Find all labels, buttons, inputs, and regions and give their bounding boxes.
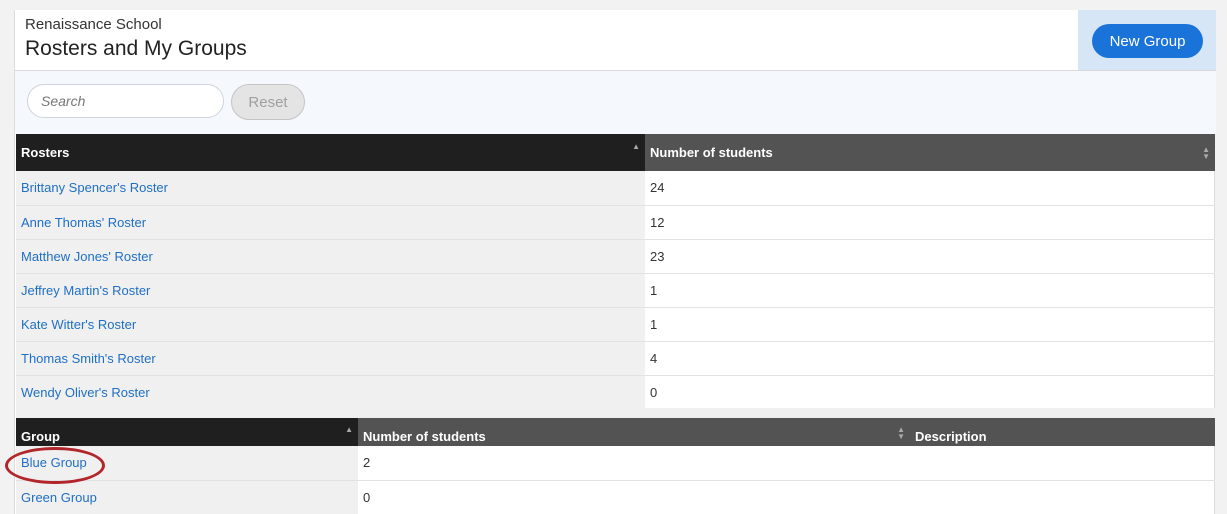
reset-button[interactable]: Reset [231, 84, 305, 120]
groups-table: Group ▲ Number of students ▲ ▼ Descriptio… [16, 418, 1215, 514]
rosters-header-row: Rosters ▲ Number of students ▲ ▼ [16, 134, 1215, 171]
column-header-rosters[interactable]: Rosters ▲ [16, 134, 645, 171]
table-row: Blue Group 2 [16, 446, 1215, 481]
column-header-group[interactable]: Group ▲ [16, 418, 358, 446]
sort-both-icon: ▲ ▼ [1202, 145, 1210, 161]
count-cell: 4 [645, 341, 1215, 376]
count-cell: 0 [358, 480, 910, 514]
search-toolbar: Reset [15, 71, 1216, 134]
table-row: Jeffrey Martin's Roster 1 [16, 273, 1215, 308]
table-row: Anne Thomas' Roster 12 [16, 205, 1215, 240]
roster-link[interactable]: Anne Thomas' Roster [21, 215, 146, 230]
sort-asc-icon: ▲ [632, 142, 640, 151]
name-cell: Matthew Jones' Roster [16, 239, 645, 274]
name-cell: Wendy Oliver's Roster [16, 375, 645, 410]
table-row: Matthew Jones' Roster 23 [16, 239, 1215, 274]
new-group-button[interactable]: New Group [1092, 24, 1203, 58]
description-cell [910, 480, 1215, 514]
page-header: Renaissance School Rosters and My Groups… [15, 10, 1216, 71]
table-separator [16, 408, 1215, 418]
roster-link[interactable]: Jeffrey Martin's Roster [21, 283, 150, 298]
description-cell [910, 446, 1215, 481]
count-cell: 23 [645, 239, 1215, 274]
group-link[interactable]: Green Group [21, 490, 97, 505]
name-cell: Green Group [16, 480, 358, 514]
column-header-number-of-students[interactable]: Number of students ▲ ▼ [358, 418, 910, 446]
roster-link[interactable]: Wendy Oliver's Roster [21, 385, 150, 400]
table-row: Thomas Smith's Roster 4 [16, 341, 1215, 376]
roster-link[interactable]: Kate Witter's Roster [21, 317, 136, 332]
roster-link[interactable]: Thomas Smith's Roster [21, 351, 156, 366]
name-cell: Brittany Spencer's Roster [16, 171, 645, 206]
search-input[interactable] [27, 84, 224, 118]
school-name: Renaissance School [25, 16, 162, 33]
name-cell: Thomas Smith's Roster [16, 341, 645, 376]
name-cell: Jeffrey Martin's Roster [16, 273, 645, 308]
roster-link[interactable]: Brittany Spencer's Roster [21, 180, 168, 195]
column-header-label: Number of students [650, 145, 773, 160]
name-cell: Kate Witter's Roster [16, 307, 645, 342]
rosters-table: Rosters ▲ Number of students ▲ ▼ Brittany… [16, 134, 1215, 410]
page-title: Rosters and My Groups [25, 37, 247, 60]
column-header-label: Description [915, 429, 987, 444]
column-header-label: Number of students [363, 429, 486, 444]
column-header-label: Group [21, 429, 60, 444]
main-panel: Renaissance School Rosters and My Groups… [14, 10, 1216, 514]
table-row: Brittany Spencer's Roster 24 [16, 171, 1215, 206]
count-cell: 1 [645, 307, 1215, 342]
name-cell: Blue Group [16, 446, 358, 481]
column-header-description[interactable]: Description [910, 418, 1215, 446]
group-link[interactable]: Blue Group [21, 455, 87, 470]
table-row: Kate Witter's Roster 1 [16, 307, 1215, 342]
count-cell: 1 [645, 273, 1215, 308]
groups-header-row: Group ▲ Number of students ▲ ▼ Descriptio… [16, 418, 1215, 446]
column-header-label: Rosters [21, 145, 70, 160]
sort-asc-icon: ▲ [345, 425, 353, 434]
sort-both-icon: ▲ ▼ [897, 425, 905, 441]
header-action-area: New Group [1078, 10, 1216, 70]
count-cell: 0 [645, 375, 1215, 410]
count-cell: 2 [358, 446, 910, 481]
name-cell: Anne Thomas' Roster [16, 205, 645, 240]
count-cell: 12 [645, 205, 1215, 240]
table-row: Wendy Oliver's Roster 0 [16, 375, 1215, 410]
roster-link[interactable]: Matthew Jones' Roster [21, 249, 153, 264]
column-header-number-of-students[interactable]: Number of students ▲ ▼ [645, 134, 1215, 171]
table-row: Green Group 0 [16, 480, 1215, 514]
count-cell: 24 [645, 171, 1215, 206]
